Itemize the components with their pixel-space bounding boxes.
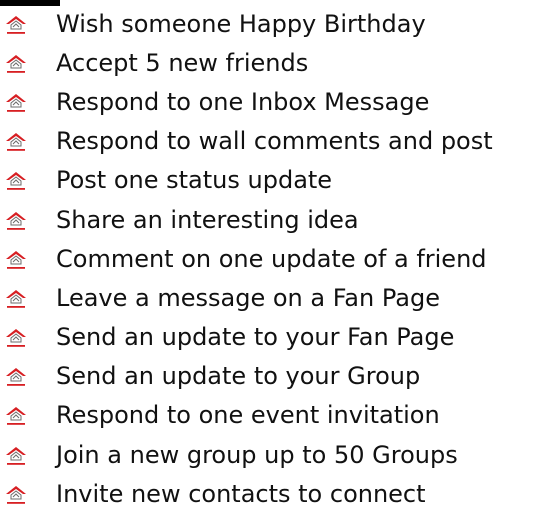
fortraining-roof-logo-icon (0, 239, 56, 278)
fortraining-roof-logo-icon (0, 396, 56, 435)
fortraining-roof-logo-icon (0, 82, 56, 121)
list-item-label: Respond to one Inbox Message (56, 87, 430, 116)
fortraining-roof-logo-icon (0, 122, 56, 161)
list-item: Leave a message on a Fan Page (0, 278, 533, 317)
list-item: Accept 5 new friends (0, 43, 533, 82)
list-item-label: Share an interesting idea (56, 205, 359, 234)
fortraining-roof-logo-icon (0, 357, 56, 396)
list-item: Invite new contacts to connect (0, 474, 533, 513)
list-item: Join a new group up to 50 Groups (0, 435, 533, 474)
list-item: Respond to one Inbox Message (0, 82, 533, 121)
list-item: Comment on one update of a friend (0, 239, 533, 278)
list-item-label: Leave a message on a Fan Page (56, 283, 440, 312)
list-item: Respond to wall comments and post (0, 122, 533, 161)
list-item-label: Invite new contacts to connect (56, 479, 426, 508)
fortraining-roof-logo-icon (0, 318, 56, 357)
list-item-label: Send an update to your Group (56, 362, 421, 391)
list-item: Post one status update (0, 161, 533, 200)
fortraining-roof-logo-icon (0, 435, 56, 474)
list-item: Send an update to your Fan Page (0, 318, 533, 357)
list-item-label: Accept 5 new friends (56, 48, 309, 77)
fortraining-roof-logo-icon (0, 43, 56, 82)
fortraining-roof-logo-icon (0, 278, 56, 317)
fortraining-roof-logo-icon (0, 161, 56, 200)
checklist: Wish someone Happy Birthday Accept 5 new… (0, 4, 533, 513)
list-item-label: Send an update to your Fan Page (56, 323, 455, 352)
list-item: Send an update to your Group (0, 357, 533, 396)
list-item: Wish someone Happy Birthday (0, 4, 533, 43)
list-item-label: Post one status update (56, 166, 333, 195)
page: Wish someone Happy Birthday Accept 5 new… (0, 0, 533, 519)
list-item-label: Respond to wall comments and post (56, 127, 493, 156)
list-item: Respond to one event invitation (0, 396, 533, 435)
list-item-label: Join a new group up to 50 Groups (56, 440, 458, 469)
list-item-label: Comment on one update of a friend (56, 244, 487, 273)
fortraining-roof-logo-icon (0, 474, 56, 513)
list-item: Share an interesting idea (0, 200, 533, 239)
list-item-label: Respond to one event invitation (56, 401, 440, 430)
fortraining-roof-logo-icon (0, 4, 56, 43)
fortraining-roof-logo-icon (0, 200, 56, 239)
list-item-label: Wish someone Happy Birthday (56, 9, 426, 38)
